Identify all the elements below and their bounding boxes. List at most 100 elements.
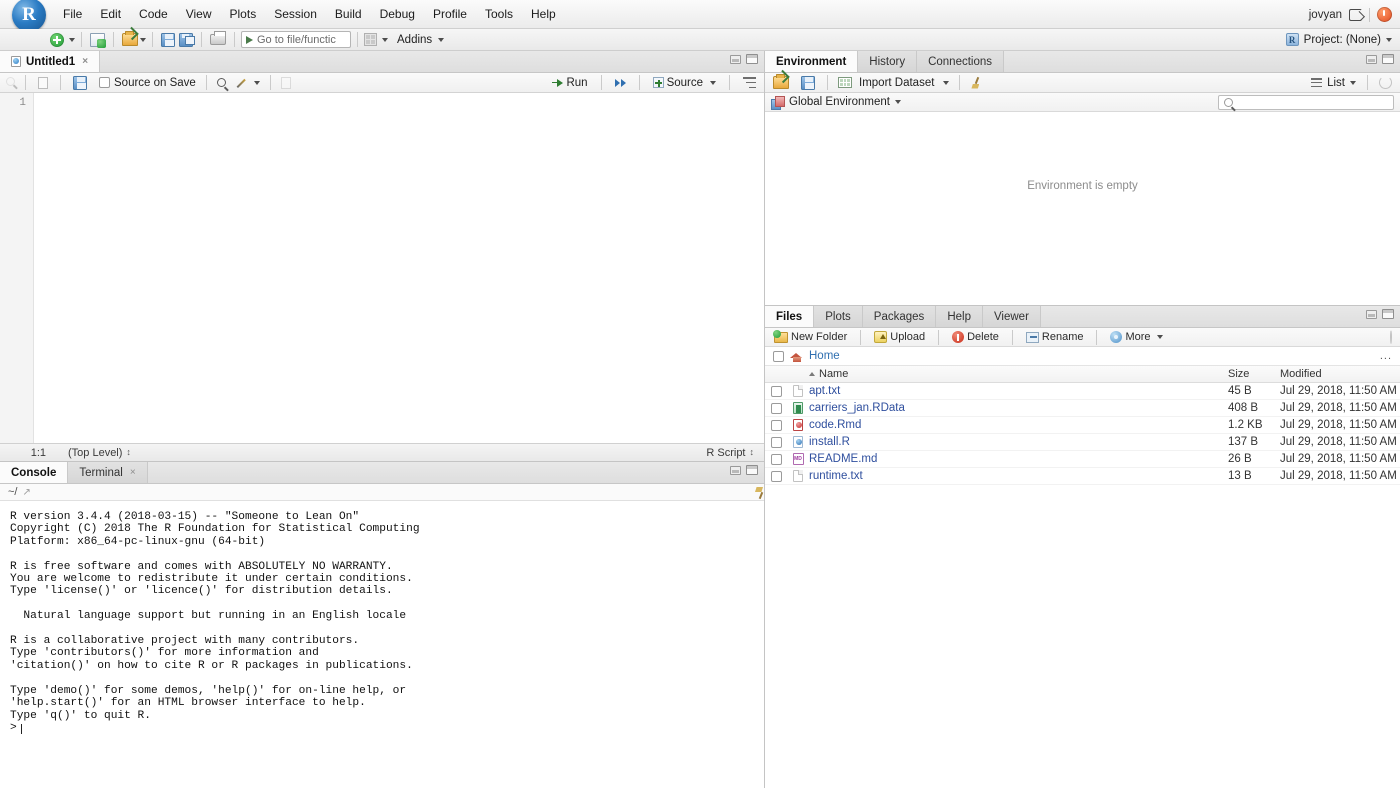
close-icon[interactable]: × — [130, 467, 136, 478]
sign-out-icon[interactable] — [1349, 9, 1362, 21]
rerun-icon[interactable] — [615, 79, 626, 87]
save-workspace-button[interactable] — [799, 75, 817, 91]
refresh-icon[interactable] — [1390, 330, 1392, 344]
row-checkbox[interactable] — [771, 471, 782, 482]
menu-file[interactable]: File — [54, 4, 91, 24]
console-path-label[interactable]: ~/ — [8, 486, 17, 498]
row-checkbox[interactable] — [771, 454, 782, 465]
menu-code[interactable]: Code — [130, 4, 177, 24]
minimize-icon[interactable] — [1366, 55, 1377, 64]
new-folder-button[interactable]: New Folder — [771, 331, 850, 343]
menu-edit[interactable]: Edit — [91, 4, 130, 24]
run-button[interactable]: Run — [552, 77, 587, 89]
workspace-panes-dropdown-icon[interactable] — [382, 38, 388, 42]
menu-plots[interactable]: Plots — [221, 4, 266, 24]
new-document-dropdown-icon[interactable] — [69, 38, 75, 42]
header-name[interactable]: Name — [809, 368, 1228, 380]
upload-button[interactable]: Upload — [871, 331, 928, 343]
header-modified[interactable]: Modified — [1280, 368, 1400, 380]
new-document-button[interactable] — [48, 32, 66, 48]
document-type-selector[interactable]: R Script ↕ — [706, 447, 754, 459]
header-size[interactable]: Size — [1228, 368, 1280, 380]
editor-content[interactable] — [34, 93, 764, 443]
file-name[interactable]: apt.txt — [809, 385, 1228, 397]
table-row[interactable]: install.R 137 B Jul 29, 2018, 11:50 AM — [765, 434, 1400, 451]
more-button[interactable]: More — [1107, 331, 1165, 343]
document-outline-icon[interactable] — [743, 77, 756, 88]
environment-search-input[interactable] — [1218, 95, 1394, 110]
clear-environment-icon[interactable] — [970, 77, 982, 89]
tab-plots[interactable]: Plots — [814, 306, 863, 327]
save-all-button[interactable] — [177, 32, 195, 48]
list-view-icon[interactable] — [1311, 78, 1322, 87]
power-quit-icon[interactable] — [1377, 7, 1392, 22]
open-recent-dropdown-icon[interactable] — [140, 38, 146, 42]
source-tab-untitled1[interactable]: Untitled1 × — [0, 51, 100, 72]
minimize-icon[interactable] — [1366, 310, 1377, 319]
load-workspace-button[interactable] — [771, 75, 791, 90]
tab-console[interactable]: Console — [0, 462, 68, 483]
menu-build[interactable]: Build — [326, 4, 371, 24]
source-on-save-checkbox[interactable] — [99, 77, 110, 88]
popout-icon[interactable]: ↗ — [22, 487, 30, 498]
save-button[interactable] — [159, 32, 177, 48]
addins-dropdown-icon[interactable] — [438, 38, 444, 42]
code-tools-dropdown-icon[interactable] — [254, 81, 260, 85]
code-tools-icon[interactable] — [237, 76, 250, 89]
close-icon[interactable]: × — [82, 56, 88, 67]
tab-help[interactable]: Help — [936, 306, 983, 327]
source-save-button[interactable] — [71, 75, 89, 91]
list-view-label[interactable]: List — [1327, 77, 1345, 89]
menu-profile[interactable]: Profile — [424, 4, 476, 24]
tab-terminal[interactable]: Terminal × — [68, 462, 147, 483]
print-button[interactable] — [208, 33, 228, 46]
menu-tools[interactable]: Tools — [476, 4, 522, 24]
row-checkbox[interactable] — [771, 403, 782, 414]
row-checkbox[interactable] — [771, 420, 782, 431]
select-all-checkbox[interactable] — [773, 351, 784, 362]
refresh-icon[interactable] — [1379, 76, 1392, 89]
file-name[interactable]: code.Rmd — [809, 419, 1228, 431]
scope-selector[interactable]: (Top Level) ↕ — [68, 447, 131, 459]
source-button[interactable]: Source — [653, 77, 703, 89]
maximize-icon[interactable] — [1382, 309, 1394, 319]
source-dropdown-icon[interactable] — [710, 81, 716, 85]
maximize-icon[interactable] — [746, 465, 758, 475]
minimize-icon[interactable] — [730, 55, 741, 64]
import-dataset-label[interactable]: Import Dataset — [859, 77, 934, 89]
table-row[interactable]: apt.txt 45 B Jul 29, 2018, 11:50 AM — [765, 383, 1400, 400]
row-checkbox[interactable] — [771, 386, 782, 397]
list-view-dropdown-icon[interactable] — [1350, 81, 1356, 85]
console-output[interactable]: R version 3.4.4 (2018-03-15) -- "Someone… — [0, 501, 764, 788]
breadcrumb-home[interactable]: Home — [809, 350, 840, 362]
table-row[interactable]: carriers_jan.RData 408 B Jul 29, 2018, 1… — [765, 400, 1400, 417]
menu-view[interactable]: View — [177, 4, 221, 24]
new-project-button[interactable] — [88, 32, 107, 48]
tab-packages[interactable]: Packages — [863, 306, 937, 327]
global-environment-dropdown-icon[interactable] — [895, 100, 901, 104]
menu-session[interactable]: Session — [265, 4, 326, 24]
file-name[interactable]: carriers_jan.RData — [809, 402, 1228, 414]
import-dataset-icon[interactable] — [838, 77, 852, 88]
menu-help[interactable]: Help — [522, 4, 565, 24]
menu-debug[interactable]: Debug — [371, 4, 424, 24]
code-editor[interactable]: 1 — [0, 93, 764, 443]
maximize-icon[interactable] — [1382, 54, 1394, 64]
tab-files[interactable]: Files — [765, 306, 814, 327]
minimize-icon[interactable] — [730, 466, 741, 475]
file-name[interactable]: runtime.txt — [809, 470, 1228, 482]
maximize-icon[interactable] — [746, 54, 758, 64]
file-name[interactable]: README.md — [809, 453, 1228, 465]
table-row[interactable]: runtime.txt 13 B Jul 29, 2018, 11:50 AM — [765, 468, 1400, 485]
rename-button[interactable]: Rename — [1023, 331, 1087, 343]
tab-viewer[interactable]: Viewer — [983, 306, 1041, 327]
table-row[interactable]: code.Rmd 1.2 KB Jul 29, 2018, 11:50 AM — [765, 417, 1400, 434]
import-dataset-dropdown-icon[interactable] — [943, 81, 949, 85]
project-dropdown-icon[interactable] — [1386, 38, 1392, 42]
addins-label[interactable]: Addins — [397, 34, 432, 46]
file-name[interactable]: install.R — [809, 436, 1228, 448]
goto-file-function-input[interactable]: Go to file/functic — [241, 31, 351, 48]
tab-history[interactable]: History — [858, 51, 917, 72]
tab-connections[interactable]: Connections — [917, 51, 1004, 72]
open-file-button[interactable] — [120, 32, 140, 47]
